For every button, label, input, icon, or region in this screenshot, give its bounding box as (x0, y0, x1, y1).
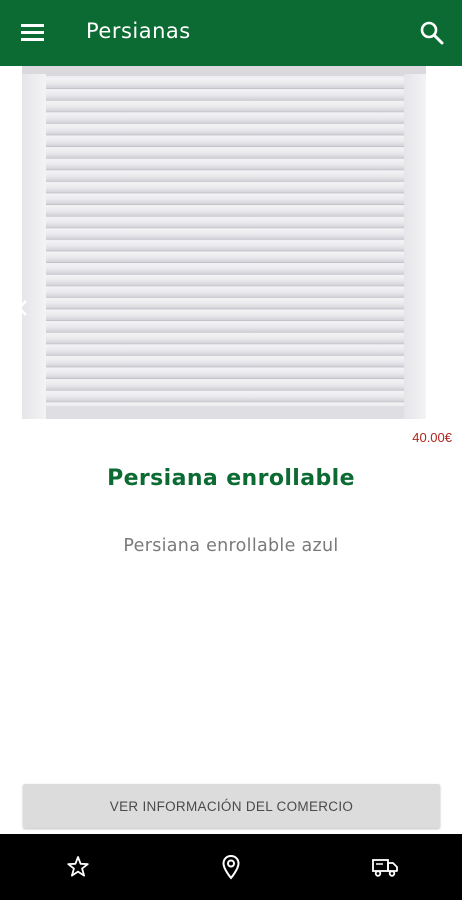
search-icon[interactable] (418, 19, 446, 47)
hamburger-menu-icon[interactable] (18, 20, 48, 46)
star-outline-icon[interactable] (63, 852, 93, 882)
roller-shutter-photo (22, 66, 440, 419)
chevron-left-icon[interactable] (14, 296, 32, 320)
product-name: Persiana enrollable (107, 466, 355, 491)
product-description: Persiana enrollable azul (123, 536, 339, 556)
product-image-gallery[interactable] (0, 66, 462, 422)
page-title: Persianas (86, 19, 191, 43)
bottom-navigation (0, 834, 462, 900)
product-price: 40.00€ (412, 430, 452, 445)
map-pin-icon[interactable] (216, 852, 246, 882)
app-bar: Persianas (0, 0, 462, 66)
delivery-truck-icon[interactable] (370, 852, 400, 882)
store-info-button[interactable]: VER INFORMACIÓN DEL COMERCIO (23, 784, 440, 828)
